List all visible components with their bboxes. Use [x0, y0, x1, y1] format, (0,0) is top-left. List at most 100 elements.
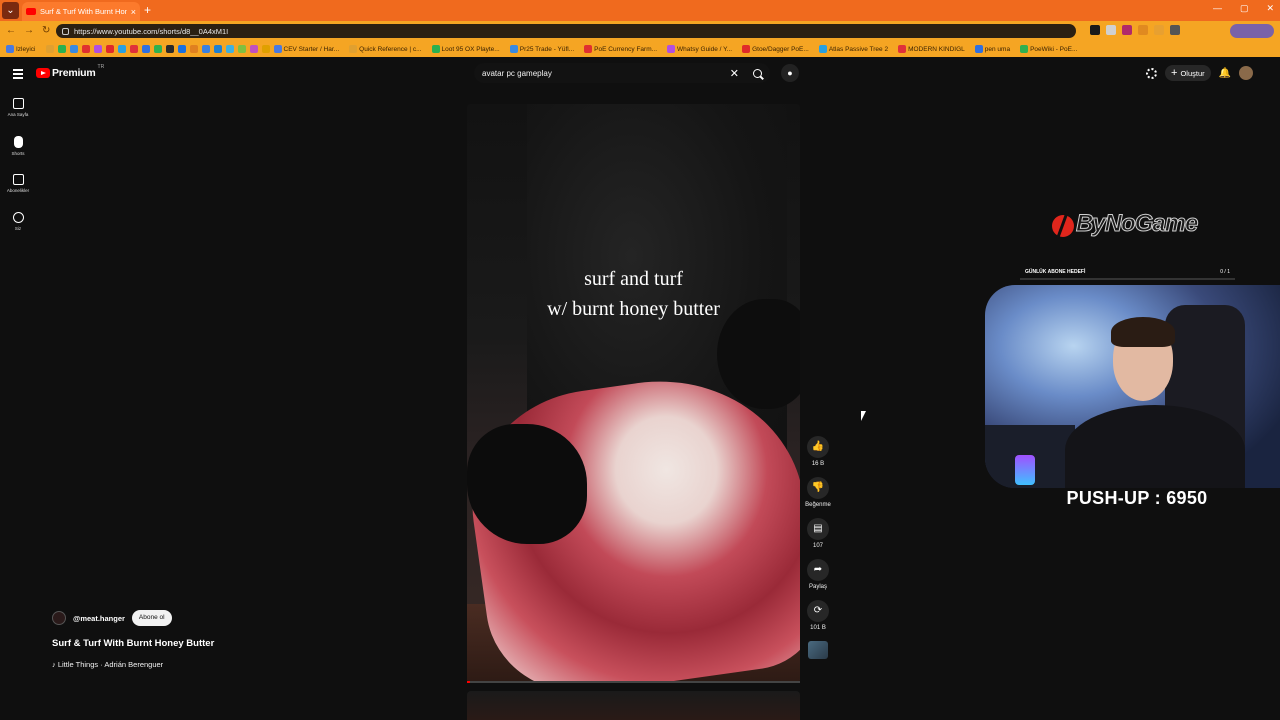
- tab-close-icon[interactable]: ×: [131, 7, 136, 17]
- home-icon: [12, 98, 24, 109]
- search-input[interactable]: avatar pc gameplay: [482, 69, 730, 78]
- create-button[interactable]: + Oluştur: [1165, 65, 1211, 81]
- comment-icon[interactable]: ▤: [807, 518, 829, 540]
- extension-icon[interactable]: [1106, 25, 1116, 35]
- bookmark-item[interactable]: Atlas Passive Tree 2: [818, 45, 888, 53]
- bookmark-item[interactable]: [213, 45, 222, 53]
- bookmark-item[interactable]: [261, 45, 270, 53]
- minimize-button[interactable]: —: [1213, 3, 1222, 14]
- search-box[interactable]: avatar pc gameplay ✕: [474, 63, 770, 83]
- bookmark-item[interactable]: Pr25 Trade - Yüfl...: [509, 45, 574, 53]
- browser-profile-button[interactable]: [1230, 24, 1274, 38]
- bookmark-label: PoE Currency Farm...: [594, 45, 658, 53]
- bookmark-item[interactable]: Gtoe/Dagger PoE...: [742, 45, 809, 53]
- settings-gear-icon[interactable]: [1146, 67, 1157, 79]
- video-progress-bar[interactable]: [467, 681, 800, 683]
- bookmark-item[interactable]: [165, 45, 174, 53]
- bookmark-item[interactable]: Quick Reference | c...: [349, 45, 422, 53]
- reload-button[interactable]: ↻: [42, 25, 50, 36]
- sidebar-item-label: Abonelikler: [6, 188, 30, 193]
- bookmark-item[interactable]: [225, 45, 234, 53]
- bookmark-favicon-icon: [177, 45, 186, 53]
- bookmark-item[interactable]: Whatsy Guide / Y...: [667, 45, 732, 53]
- extension-icon[interactable]: [1122, 25, 1132, 35]
- bookmark-label: Izleyici: [16, 45, 36, 53]
- bookmark-favicon-icon: [249, 45, 258, 53]
- streamer-body: [1065, 405, 1245, 488]
- dislike-action[interactable]: 👎 Beğenme: [805, 477, 831, 508]
- like-count: 16 B: [811, 461, 825, 467]
- close-window-button[interactable]: ✕: [1266, 3, 1274, 14]
- bookmark-item[interactable]: [57, 45, 66, 53]
- subscribe-button[interactable]: Abone ol: [131, 610, 172, 626]
- address-bar[interactable]: https://www.youtube.com/shorts/d8__0A4xM…: [56, 24, 1076, 38]
- like-action[interactable]: 👍 16 B: [807, 436, 829, 467]
- extension-icon[interactable]: [1170, 25, 1180, 35]
- voice-search-icon[interactable]: ●: [781, 64, 799, 82]
- back-button[interactable]: ←: [6, 25, 16, 36]
- bookmark-item[interactable]: [201, 45, 210, 53]
- remix-action[interactable]: ⟳ 101 B: [807, 600, 829, 631]
- bookmark-item[interactable]: MODERN KINDIGL: [898, 45, 965, 53]
- short-title[interactable]: Surf & Turf With Burnt Honey Butter: [52, 638, 214, 649]
- sound-thumbnail[interactable]: [808, 641, 828, 659]
- sidebar-item-subscriptions[interactable]: Abonelikler: [0, 168, 36, 206]
- remix-count: 101 B: [810, 625, 826, 631]
- bookmark-item[interactable]: [249, 45, 258, 53]
- bookmark-item[interactable]: PoE Currency Farm...: [584, 45, 657, 53]
- sound-thumbnail-action[interactable]: [808, 641, 828, 659]
- clear-search-icon[interactable]: ✕: [730, 67, 739, 80]
- bookmark-item[interactable]: [129, 45, 138, 53]
- account-avatar[interactable]: [1239, 66, 1254, 80]
- search-icon[interactable]: [753, 68, 762, 78]
- bookmark-item[interactable]: [93, 45, 102, 53]
- bookmark-item[interactable]: [153, 45, 162, 53]
- browser-toolbar: ← → ↻ https://www.youtube.com/shorts/d8_…: [0, 21, 1280, 41]
- bookmark-favicon-icon: [509, 45, 518, 53]
- bookmark-item[interactable]: [81, 45, 90, 53]
- notifications-bell-icon[interactable]: 🔔: [1219, 68, 1231, 79]
- bookmark-item[interactable]: CEV Starter / Har...: [273, 45, 339, 53]
- bookmark-item[interactable]: Izleyici: [6, 45, 36, 53]
- extension-icon[interactable]: [1090, 25, 1100, 35]
- sidebar-item-home[interactable]: Ana Sayfa: [0, 92, 36, 130]
- tab-search-button[interactable]: ⌄: [2, 2, 19, 19]
- bookmark-favicon-icon: [6, 45, 14, 53]
- menu-icon[interactable]: [13, 69, 23, 81]
- create-label: Oluştur: [1180, 68, 1205, 78]
- like-icon[interactable]: 👍: [807, 436, 829, 458]
- forward-button[interactable]: →: [24, 25, 34, 36]
- bookmark-item[interactable]: [45, 45, 54, 53]
- channel-name[interactable]: @meat.hanger: [73, 614, 125, 623]
- shorts-video-player[interactable]: surf and turf w/ burnt honey butter: [467, 104, 800, 683]
- maximize-button[interactable]: ▢: [1240, 3, 1249, 14]
- caption-line-2: w/ burnt honey butter: [547, 298, 720, 320]
- bookmark-item[interactable]: [177, 45, 186, 53]
- sidebar-item-shorts[interactable]: Shorts: [0, 130, 36, 168]
- extension-icon[interactable]: [1138, 25, 1148, 35]
- share-icon[interactable]: ➦: [807, 559, 829, 581]
- bookmark-item[interactable]: [141, 45, 150, 53]
- bookmark-item[interactable]: PoeWiki - PoE...: [1020, 45, 1077, 53]
- share-action[interactable]: ➦ Paylaş: [807, 559, 829, 590]
- youtube-logo[interactable]: Premium TR: [36, 64, 104, 79]
- bookmark-item[interactable]: [237, 45, 246, 53]
- remix-icon[interactable]: ⟳: [807, 600, 829, 622]
- bookmark-item[interactable]: [189, 45, 198, 53]
- dislike-icon[interactable]: 👎: [807, 477, 829, 499]
- browser-tab-active[interactable]: Surf & Turf With Burnt Hone ×: [22, 2, 140, 21]
- bookmark-item[interactable]: pen uma: [974, 45, 1010, 53]
- next-short-preview[interactable]: [467, 691, 800, 720]
- bookmark-favicon-icon: [129, 45, 138, 53]
- bookmark-item[interactable]: [69, 45, 78, 53]
- extension-icon[interactable]: [1154, 25, 1164, 35]
- comments-action[interactable]: ▤ 107: [807, 518, 829, 549]
- music-link[interactable]: ♪ Little Things · Adrián Berenguer: [52, 660, 163, 669]
- site-info-icon[interactable]: [62, 27, 69, 35]
- sidebar-item-you[interactable]: Siz: [0, 206, 36, 244]
- new-tab-button[interactable]: +: [144, 3, 151, 17]
- bookmark-item[interactable]: [117, 45, 126, 53]
- bookmark-item[interactable]: Loot 95 OX Playte...: [431, 45, 500, 53]
- channel-avatar[interactable]: [52, 611, 66, 625]
- bookmark-item[interactable]: [105, 45, 114, 53]
